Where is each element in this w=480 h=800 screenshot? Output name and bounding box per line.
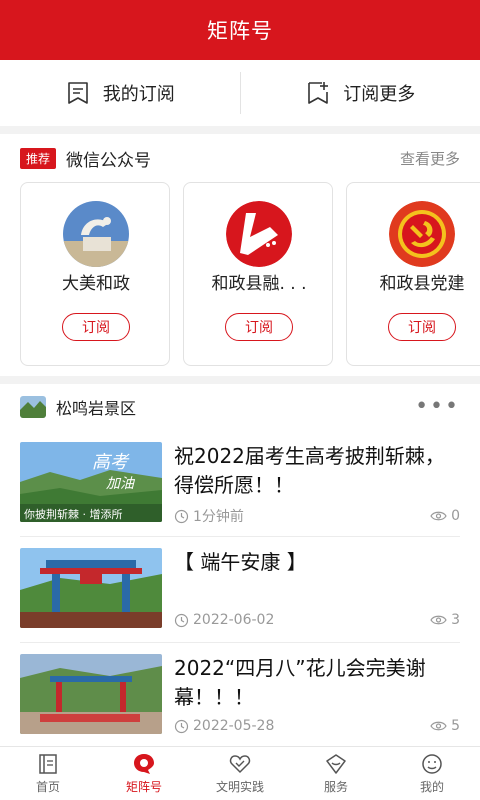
article-views-count: 0 bbox=[451, 508, 460, 524]
my-subscriptions-button[interactable]: 我的订阅 bbox=[0, 60, 240, 126]
tab-profile[interactable]: 我的 bbox=[384, 747, 480, 800]
section-gap bbox=[0, 126, 480, 134]
bookmark-list-icon bbox=[67, 82, 88, 104]
tab-label: 首页 bbox=[35, 780, 60, 794]
eye-icon bbox=[430, 511, 447, 521]
source-avatar[interactable] bbox=[20, 396, 46, 418]
article-time: 2022-06-02 bbox=[174, 612, 274, 628]
more-subscriptions-label: 订阅更多 bbox=[343, 84, 416, 105]
article-views-count: 5 bbox=[451, 718, 460, 734]
more-dots-icon[interactable]: ••• bbox=[415, 396, 460, 418]
my-subscriptions-label: 我的订阅 bbox=[102, 84, 175, 105]
article-item[interactable]: 高考 加油 你披荆斩棘 · 增添所 祝2022届考生高考披荆斩棘，得偿所愿！！ … bbox=[0, 442, 480, 548]
article-title: 祝2022届考生高考披荆斩棘，得偿所愿！！ bbox=[174, 444, 445, 497]
article-image bbox=[20, 548, 162, 628]
article-image bbox=[20, 654, 162, 734]
article-meta: 1分钟前 0 bbox=[174, 506, 460, 526]
article-title: 【 端午安康 】 bbox=[174, 550, 307, 574]
subscribe-row: 我的订阅 订阅更多 bbox=[0, 60, 480, 126]
account-logo-statue bbox=[63, 201, 129, 267]
page-title: 矩阵号 bbox=[207, 19, 273, 43]
article-views-count: 3 bbox=[451, 612, 460, 628]
eye-icon bbox=[430, 721, 447, 731]
top-bar: 矩阵号 bbox=[0, 0, 480, 60]
tab-matrix[interactable]: 矩阵号 bbox=[96, 747, 192, 800]
article-views: 5 bbox=[430, 718, 460, 734]
account-name: 和政县融. . . bbox=[211, 274, 307, 294]
account-card[interactable]: 和政县融. . . 订阅 bbox=[183, 182, 333, 366]
bottom-tab-bar: 首页 矩阵号 文明实践 服务 我的 bbox=[0, 746, 480, 800]
clock-icon bbox=[174, 613, 189, 627]
tab-civilization[interactable]: 文明实践 bbox=[192, 747, 288, 800]
article-time: 1分钟前 bbox=[174, 506, 244, 526]
account-card[interactable]: 大美和政 订阅 bbox=[20, 182, 170, 366]
tab-label: 我的 bbox=[419, 780, 444, 794]
article-views: 0 bbox=[430, 508, 460, 524]
svg-text:高考: 高考 bbox=[92, 452, 130, 473]
article-item[interactable]: 【 端午安康 】 2022-06-02 3 bbox=[0, 548, 480, 654]
article-time-text: 1分钟前 bbox=[193, 509, 244, 525]
heart-icon bbox=[229, 755, 251, 774]
article-meta: 2022-05-28 5 bbox=[174, 718, 460, 734]
tab-service[interactable]: 服务 bbox=[288, 747, 384, 800]
clock-icon bbox=[174, 719, 189, 733]
home-icon bbox=[39, 754, 57, 774]
clock-icon bbox=[174, 509, 189, 523]
article-title: 2022“四月八”花儿会完美谢幕！！！ bbox=[174, 656, 426, 709]
bookmark-add-icon bbox=[308, 82, 329, 104]
more-subscriptions-button[interactable]: 订阅更多 bbox=[241, 60, 480, 126]
subscribe-button[interactable]: 订阅 bbox=[62, 313, 130, 341]
article-item[interactable]: 2022“四月八”花儿会完美谢幕！！！ 2022-05-28 5 bbox=[0, 654, 480, 760]
source-name[interactable]: 松鸣岩景区 bbox=[56, 395, 136, 419]
account-name: 和政县党建 bbox=[379, 274, 465, 294]
wechat-account-list[interactable]: 大美和政 订阅 和政县融. . . 订阅 和政县党建 订阅 bbox=[20, 182, 480, 366]
divider bbox=[20, 642, 460, 643]
subscribe-button[interactable]: 订阅 bbox=[225, 313, 293, 341]
svg-text:加油: 加油 bbox=[106, 476, 136, 492]
section-gap bbox=[0, 376, 480, 384]
tab-label: 文明实践 bbox=[215, 780, 264, 794]
feed-source-header: 松鸣岩景区 ••• bbox=[0, 388, 480, 426]
wechat-section-title: 微信公众号 bbox=[66, 150, 152, 171]
article-meta: 2022-06-02 3 bbox=[174, 612, 460, 628]
tab-label: 矩阵号 bbox=[125, 780, 162, 794]
account-card[interactable]: 和政县党建 订阅 bbox=[346, 182, 480, 366]
wechat-section-header: 推荐 微信公众号 查看更多 bbox=[0, 140, 480, 176]
eye-icon bbox=[430, 615, 447, 625]
tab-label: 服务 bbox=[323, 780, 348, 794]
recommend-badge: 推荐 bbox=[20, 147, 57, 169]
account-logo-party bbox=[389, 201, 455, 267]
account-logo-media bbox=[226, 201, 292, 267]
account-name: 大美和政 bbox=[62, 274, 130, 294]
divider bbox=[20, 536, 460, 537]
service-icon bbox=[326, 754, 346, 774]
article-time: 2022-05-28 bbox=[174, 718, 274, 734]
image-caption: 你披荆斩棘 · 增添所 bbox=[24, 507, 123, 521]
tab-home[interactable]: 首页 bbox=[0, 747, 96, 800]
view-more-link[interactable]: 查看更多 bbox=[400, 148, 460, 169]
article-image: 高考 加油 你披荆斩棘 · 增添所 bbox=[20, 442, 162, 522]
matrix-icon bbox=[134, 754, 154, 774]
subscribe-button[interactable]: 订阅 bbox=[388, 313, 456, 341]
article-views: 3 bbox=[430, 612, 460, 628]
article-time-text: 2022-06-02 bbox=[193, 612, 275, 628]
profile-icon bbox=[422, 754, 442, 774]
article-time-text: 2022-05-28 bbox=[193, 718, 275, 734]
